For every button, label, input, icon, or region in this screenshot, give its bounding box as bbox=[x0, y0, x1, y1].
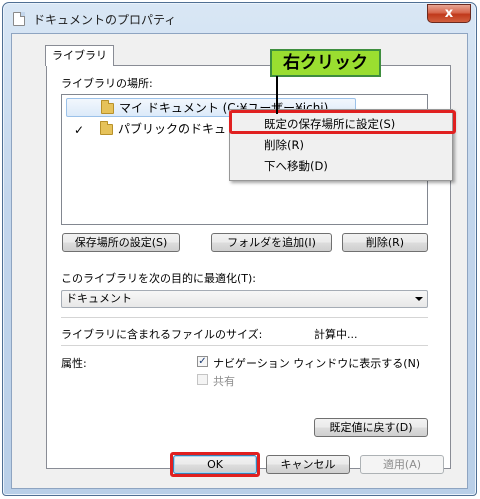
divider bbox=[61, 345, 428, 346]
add-folder-button[interactable]: フォルダを追加(I) bbox=[211, 233, 332, 252]
folder-icon bbox=[100, 121, 113, 135]
shared-checkbox bbox=[197, 374, 208, 385]
cancel-button[interactable]: キャンセル bbox=[266, 455, 350, 474]
optimize-select[interactable]: ドキュメント bbox=[61, 290, 428, 308]
tab-library[interactable]: ライブラリ bbox=[45, 45, 114, 66]
context-menu: 既定の保存場所に設定(S) 削除(R) 下へ移動(D) bbox=[229, 109, 453, 181]
close-button[interactable]: x bbox=[427, 4, 471, 23]
show-in-nav-checkbox[interactable]: ✓ bbox=[197, 356, 208, 367]
locations-label: ライブラリの場所: bbox=[61, 77, 153, 90]
attributes-label: 属性: bbox=[61, 357, 87, 370]
menu-item-move-down[interactable]: 下へ移動(D) bbox=[232, 156, 450, 177]
close-icon: x bbox=[444, 6, 454, 21]
callout-pointer bbox=[276, 76, 278, 114]
title-bar[interactable]: ドキュメントのプロパティ x bbox=[3, 3, 476, 33]
menu-item-set-default[interactable]: 既定の保存場所に設定(S) bbox=[232, 114, 450, 135]
show-in-nav-label[interactable]: ナビゲーション ウィンドウに表示する(N) bbox=[213, 355, 420, 371]
size-value: 計算中... bbox=[314, 328, 358, 341]
apply-button: 適用(A) bbox=[360, 455, 444, 474]
right-click-callout: 右クリック bbox=[270, 49, 381, 77]
shared-label: 共有 bbox=[213, 375, 235, 388]
menu-item-remove[interactable]: 削除(R) bbox=[232, 135, 450, 156]
divider bbox=[61, 317, 428, 318]
optimize-value: ドキュメント bbox=[66, 292, 132, 305]
chevron-down-icon bbox=[415, 297, 423, 301]
ok-button[interactable]: OK bbox=[173, 455, 257, 474]
restore-defaults-button[interactable]: 既定値に戻す(D) bbox=[314, 418, 428, 437]
document-icon bbox=[13, 12, 25, 26]
set-save-location-button[interactable]: 保存場所の設定(S) bbox=[62, 233, 180, 252]
default-check-icon: ✓ bbox=[74, 123, 85, 137]
location-name: パブリックのドキュ bbox=[118, 122, 227, 136]
optimize-label: このライブラリを次の目的に最適化(T): bbox=[61, 272, 257, 285]
remove-button[interactable]: 削除(R) bbox=[342, 233, 428, 252]
size-label: ライブラリに含まれるファイルのサイズ: bbox=[61, 328, 263, 341]
folder-icon bbox=[101, 100, 114, 114]
window-title: ドキュメントのプロパティ bbox=[33, 13, 177, 27]
